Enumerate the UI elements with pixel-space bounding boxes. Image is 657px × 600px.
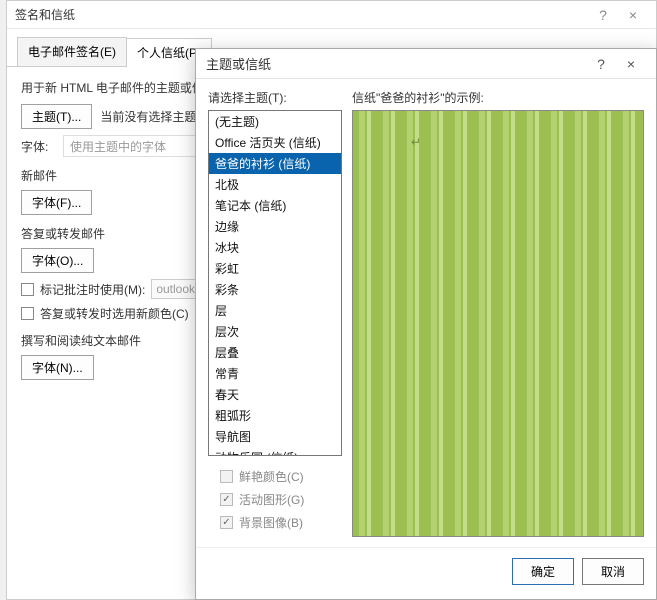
theme-left: 请选择主题(T): (无主题)Office 活页夹 (信纸)爸爸的衬衫 (信纸)… bbox=[208, 89, 342, 537]
active-checkbox bbox=[220, 493, 233, 506]
font-o-button[interactable]: 字体(O)... bbox=[21, 248, 94, 273]
parent-titlebar: 签名和信纸 ? × bbox=[7, 1, 656, 29]
no-theme-text: 当前没有选择主题 bbox=[100, 108, 196, 125]
theme-dialog: 主题或信纸 ? × 请选择主题(T): (无主题)Office 活页夹 (信纸)… bbox=[195, 48, 657, 600]
newcolor-checkbox[interactable] bbox=[21, 307, 34, 320]
list-item[interactable]: 动物乐园 (信纸) bbox=[209, 447, 341, 456]
list-item[interactable]: 层 bbox=[209, 300, 341, 321]
theme-body: 请选择主题(T): (无主题)Office 活页夹 (信纸)爸爸的衬衫 (信纸)… bbox=[196, 79, 656, 547]
theme-title: 主题或信纸 bbox=[206, 54, 586, 73]
pick-label: 请选择主题(T): bbox=[208, 89, 342, 106]
theme-titlebar: 主题或信纸 ? × bbox=[196, 49, 656, 79]
close-icon[interactable]: × bbox=[616, 56, 646, 72]
mark-checkbox[interactable] bbox=[21, 283, 34, 296]
list-item[interactable]: (无主题) bbox=[209, 111, 341, 132]
mark-label: 标记批注时使用(M): bbox=[40, 281, 145, 298]
stripes-pattern bbox=[353, 111, 643, 536]
font-label: 字体: bbox=[21, 138, 55, 155]
help-icon[interactable]: ? bbox=[586, 56, 616, 72]
theme-footer: 确定 取消 bbox=[196, 547, 656, 599]
preview-label: 信纸"爸爸的衬衫"的示例: bbox=[352, 89, 644, 106]
list-item[interactable]: 冰块 bbox=[209, 237, 341, 258]
preview-caret-icon: ↵ bbox=[411, 135, 421, 149]
theme-listbox[interactable]: (无主题)Office 活页夹 (信纸)爸爸的衬衫 (信纸)北极笔记本 (信纸)… bbox=[208, 110, 342, 456]
list-item[interactable]: Office 活页夹 (信纸) bbox=[209, 132, 341, 153]
list-item[interactable]: 层次 bbox=[209, 321, 341, 342]
font-n-button[interactable]: 字体(N)... bbox=[21, 355, 94, 380]
preview-pane: ↵ bbox=[352, 110, 644, 537]
list-item[interactable]: 爸爸的衬衫 (信纸) bbox=[209, 153, 341, 174]
mark-input[interactable] bbox=[151, 279, 201, 299]
close-icon[interactable]: × bbox=[618, 7, 648, 23]
list-item[interactable]: 导航图 bbox=[209, 426, 341, 447]
list-item[interactable]: 彩条 bbox=[209, 279, 341, 300]
bg-label: 背景图像(B) bbox=[239, 514, 303, 531]
theme-right: 信纸"爸爸的衬衫"的示例: ↵ bbox=[352, 89, 644, 537]
newcolor-label: 答复或转发时选用新颜色(C) bbox=[40, 305, 189, 322]
list-item[interactable]: 粗弧形 bbox=[209, 405, 341, 426]
parent-title: 签名和信纸 bbox=[15, 6, 588, 23]
list-item[interactable]: 常青 bbox=[209, 363, 341, 384]
checkbox-group: 鲜艳颜色(C) 活动图形(G) 背景图像(B) bbox=[208, 456, 342, 537]
bg-checkbox bbox=[220, 516, 233, 529]
ok-button[interactable]: 确定 bbox=[512, 558, 574, 585]
theme-button[interactable]: 主题(T)... bbox=[21, 104, 92, 129]
tab-email-signature[interactable]: 电子邮件签名(E) bbox=[17, 37, 127, 66]
list-item[interactable]: 层叠 bbox=[209, 342, 341, 363]
list-item[interactable]: 边缘 bbox=[209, 216, 341, 237]
cancel-button[interactable]: 取消 bbox=[582, 558, 644, 585]
list-item[interactable]: 彩虹 bbox=[209, 258, 341, 279]
vivid-label: 鲜艳颜色(C) bbox=[239, 468, 304, 485]
vivid-checkbox bbox=[220, 470, 233, 483]
list-item[interactable]: 春天 bbox=[209, 384, 341, 405]
active-label: 活动图形(G) bbox=[239, 491, 304, 508]
font-f-button[interactable]: 字体(F)... bbox=[21, 190, 92, 215]
help-icon[interactable]: ? bbox=[588, 7, 618, 23]
list-item[interactable]: 北极 bbox=[209, 174, 341, 195]
list-item[interactable]: 笔记本 (信纸) bbox=[209, 195, 341, 216]
font-select bbox=[63, 135, 203, 157]
